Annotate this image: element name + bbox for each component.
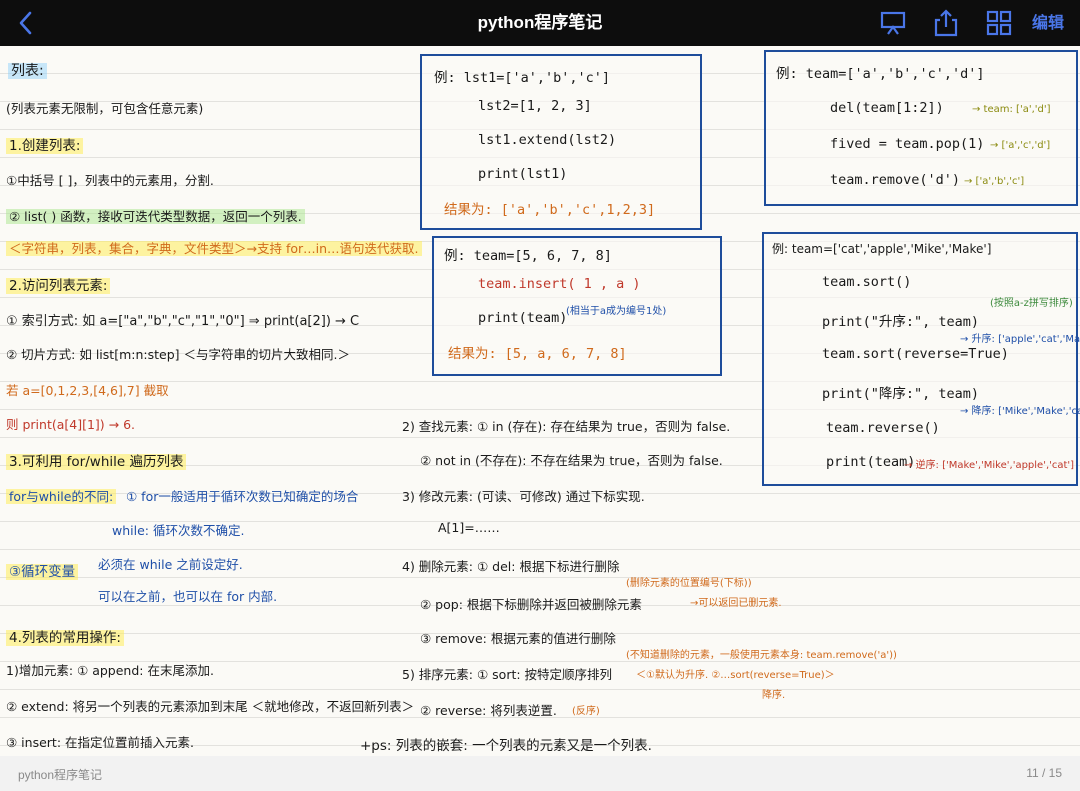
create-bracket: ①中括号 [ ]，列表中的元素用，分割. (6, 173, 214, 188)
delete-pop: ② pop: 根据下标删除并返回被删除元素 (420, 597, 642, 612)
loop-var-label: ③循环变量 (6, 560, 79, 580)
example-box-delete: 例: team=['a','b','c','d'] del(team[1:2])… (764, 50, 1078, 206)
find-in: 2) 查找元素: ① in (存在): 存在结果为 true，否则为 false… (402, 419, 731, 434)
marker-icon[interactable] (879, 9, 907, 37)
box4-line5: print("降序:", team) (822, 386, 980, 402)
note-page[interactable]: 列表: (列表元素无限制，可包含任意元素) 1.创建列表: ①中括号 [ ]，列… (0, 46, 1080, 756)
top-bar: python程序笔记 编辑 (0, 0, 1080, 46)
share-icon[interactable] (932, 9, 960, 37)
box1-result: 结果为: ['a','b','c',1,2,3] (444, 202, 656, 218)
section-create-title: 1.创建列表: (6, 134, 84, 154)
box4-line2: team.sort() (822, 274, 912, 290)
example-box-insert: 例: team=[5, 6, 7, 8] team.insert( 1 , a … (432, 236, 722, 376)
section-access-title: 2.访问列表元素: (6, 274, 111, 294)
sort-title: 5) 排序元素: ① sort: 按特定顺序排列 (402, 667, 613, 682)
nested-list-note: +ps: 列表的嵌套: 一个列表的元素又是一个列表. (360, 738, 652, 754)
intro-text: (列表元素无限制，可包含任意元素) (6, 101, 204, 116)
box3-line4: team.remove('d') (830, 172, 961, 188)
loop-var-while: 必须在 while 之前设定好. (98, 557, 243, 572)
box2-line2: team.insert( 1 , a ) (478, 276, 641, 292)
reverse-note: (反序) (572, 706, 600, 717)
app-title: python程序笔记 (477, 13, 603, 32)
section-ops-title: 4.列表的常用操作: (6, 626, 124, 646)
box1-line3: lst1.extend(lst2) (478, 132, 617, 148)
box4-line1: 例: team=['cat','apple','Mike','Make'] (772, 242, 992, 256)
box2-result: 结果为: [5, a, 6, 7, 8] (448, 346, 627, 362)
box4-line7: print(team) (826, 454, 916, 470)
delete-del-note: (删除元素的位置编号(下标)) (626, 578, 752, 589)
box3-line2: del(team[1:2]) (830, 100, 944, 116)
box4-line6: team.reverse() (826, 420, 940, 436)
box2-note: (相当于a成为编号1处) (566, 306, 667, 317)
modify-title: 3) 修改元素: (可读、可修改) 通过下标实现. (402, 489, 645, 504)
loop-var-for: 可以在之前，也可以在 for 内部. (98, 589, 278, 604)
box4-line4: team.sort(reverse=True) (822, 346, 1009, 362)
delete-remove-note: (不知道删除的元素，一般使用元素本身: team.remove('a')) (626, 650, 897, 661)
access-index: ① 索引方式: 如 a=["a","b","c","1","0"] ⇒ prin… (6, 314, 360, 329)
box4-asc-note: (按照a-z拼写排序) (990, 298, 1073, 309)
box2-line1: 例: team=[5, 6, 7, 8] (444, 248, 612, 264)
loop-while: while: 循环次数不确定. (112, 523, 245, 538)
sort-desc-note: 降序. (762, 690, 786, 701)
ops-insert: ③ insert: 在指定位置前插入元素. (6, 735, 194, 750)
footer-bar: python程序笔记 11 / 15 (0, 756, 1080, 791)
access-result: 则 print(a[4][1]) → 6. (6, 417, 136, 432)
box3-line4-result: → ['a','b','c'] (964, 176, 1025, 187)
page-indicator: 11 / 15 (1026, 766, 1062, 780)
edit-button[interactable]: 编辑 (1032, 0, 1064, 46)
footer-doc-name: python程序笔记 (18, 768, 103, 782)
ops-extend: ② extend: 将另一个列表的元素添加到末尾 ＜就地修改，不返回新列表＞ (6, 699, 415, 714)
box4-line7-result: → 逆序: ['Make','Mike','apple','cat'] (904, 460, 1075, 471)
heading-list: 列表: (8, 60, 47, 80)
example-box-extend: 例: lst1=['a','b','c'] lst2=[1, 2, 3] lst… (420, 54, 702, 230)
box2-line3: print(team) (478, 310, 568, 326)
delete-pop-note: →可以返回已删元素. (690, 598, 782, 609)
ops-append: 1)增加元素: ① append: 在末尾添加. (6, 663, 214, 678)
box3-line3: fived = team.pop(1) (830, 136, 985, 152)
loop-diff-label: for与while的不同: (6, 486, 117, 505)
box3-line3-result: → ['a','c','d'] (990, 140, 1051, 151)
sort-note: ＜①默认为升序. ②…sort(reverse=True)＞ (636, 670, 835, 681)
find-not-in: ② not in (不存在): 不存在结果为 true，否则为 false. (420, 453, 723, 468)
box4-line3: print("升序:", team) (822, 314, 980, 330)
box1-line4: print(lst1) (478, 166, 568, 182)
example-box-sort: 例: team=['cat','apple','Mike','Make'] te… (762, 232, 1080, 486)
box3-line1: 例: team=['a','b','c','d'] (776, 66, 985, 82)
modify-example: A[1]=…… (438, 520, 500, 535)
create-iterables: ＜字符串，列表，集合，字典，文件类型＞→支持 for…in…语句迭代获取. (6, 238, 422, 257)
box1-line2: lst2=[1, 2, 3] (478, 98, 592, 114)
access-slice: ② 切片方式: 如 list[m:n:step] ＜与字符串的切片大致相同.＞ (6, 347, 350, 362)
reverse-op: ② reverse: 将列表逆置. (420, 703, 557, 718)
access-example: 若 a=[0,1,2,3,[4,6],7] 截取 (6, 383, 169, 398)
box4-line3-result: → 升序: ['apple','cat','Make','Mike'] (960, 334, 1080, 345)
box3-line2-result: → team: ['a','d'] (972, 104, 1051, 115)
loop-for: ① for一般适用于循环次数已知确定的场合 (126, 489, 359, 504)
delete-del: 4) 删除元素: ① del: 根据下标进行删除 (402, 559, 620, 574)
box4-line5-result: → 降序: ['Mike','Make','cat','apple'] (960, 406, 1080, 417)
box1-line1: 例: lst1=['a','b','c'] (434, 70, 611, 86)
create-list-func: ② list( ) 函数，接收可迭代类型数据，返回一个列表. (6, 206, 305, 225)
section-loop-title: 3.可利用 for/while 遍历列表 (6, 450, 187, 470)
delete-remove: ③ remove: 根据元素的值进行删除 (420, 631, 616, 646)
grid-icon[interactable] (985, 9, 1013, 37)
